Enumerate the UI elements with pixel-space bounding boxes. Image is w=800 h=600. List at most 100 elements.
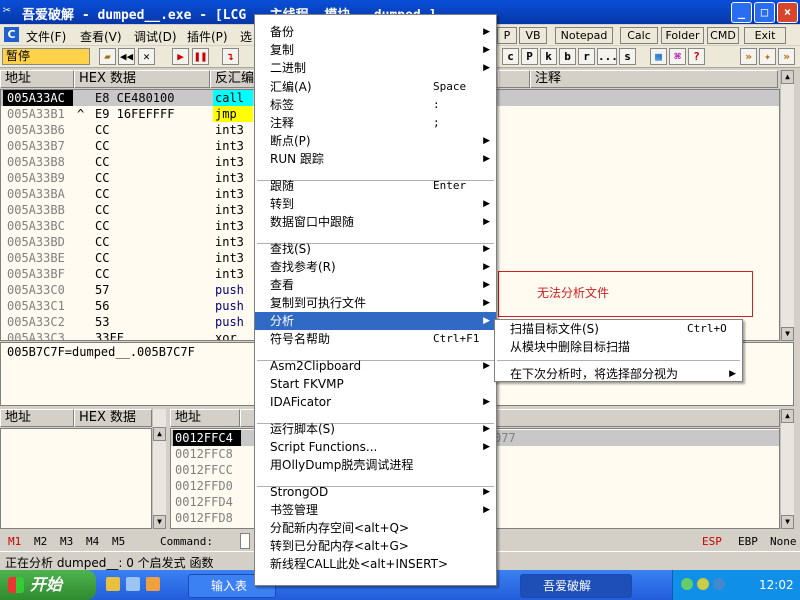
cpu-scrollbar[interactable]: ▲ ▼ (780, 70, 794, 341)
context-menu-item[interactable]: Asm2Clipboard ▶ (255, 357, 496, 375)
plugin-p-button[interactable]: P (497, 27, 517, 44)
cpu-icon[interactable]: C (4, 27, 19, 42)
toolbar-more-button[interactable]: ... (597, 48, 618, 65)
stack-scroll-down-icon[interactable]: ▼ (781, 515, 794, 529)
command-input[interactable] (240, 533, 250, 549)
context-menu-item[interactable]: 查看 ▶ (255, 276, 496, 294)
plugin-vb-button[interactable]: VB (519, 27, 547, 44)
start-button[interactable]: 开始 (0, 570, 96, 600)
context-menu-shortcut: : (433, 98, 440, 111)
submenu-item[interactable]: 从模块中删除目标扫描 (495, 338, 742, 356)
menu-view[interactable]: 查看(V) (80, 28, 122, 45)
settings-icon[interactable]: ⌘ (669, 48, 686, 65)
m4-button[interactable]: M4 (86, 535, 99, 548)
menu-options[interactable]: 选 (240, 28, 252, 45)
context-menu-item[interactable]: 转到 ▶ (255, 195, 496, 213)
context-menu-item[interactable]: Start FKVMP (255, 375, 496, 393)
run-icon[interactable]: ▶ (172, 48, 189, 65)
tray-security-icon[interactable] (697, 578, 709, 590)
plugin-folder-button[interactable]: Folder (661, 27, 704, 44)
tray-network-icon[interactable] (681, 578, 693, 590)
toolbar-k-button[interactable]: k (540, 48, 557, 65)
cpu-row-asm: jmp (213, 106, 253, 122)
toolbar-r-button[interactable]: r (578, 48, 595, 65)
context-menu-item[interactable]: 运行脚本(S) ▶ (255, 420, 496, 438)
context-menu-item[interactable]: 查找参考(R) ▶ (255, 258, 496, 276)
scroll-up-icon[interactable]: ▲ (781, 70, 794, 84)
menu-debug[interactable]: 调试(D) (134, 28, 177, 45)
m2-button[interactable]: M2 (34, 535, 47, 548)
plugin-calc-button[interactable]: Calc (620, 27, 658, 44)
context-menu-item[interactable]: 标签: (255, 96, 496, 114)
tray-volume-icon[interactable] (713, 578, 725, 590)
context-menu-item[interactable]: RUN 跟踪 ▶ (255, 150, 496, 168)
none-button[interactable]: None (770, 535, 797, 548)
context-menu-item[interactable]: StrongOD ▶ (255, 483, 496, 501)
plugin-a-icon[interactable]: » (740, 48, 757, 65)
dump-scroll-up-icon[interactable]: ▲ (153, 427, 166, 441)
context-menu-item[interactable]: Script Functions... ▶ (255, 438, 496, 456)
context-menu-item[interactable]: 查找(S) ▶ (255, 240, 496, 258)
context-menu-item[interactable]: IDAFicator ▶ (255, 393, 496, 411)
context-menu-item[interactable]: 断点(P) ▶ (255, 132, 496, 150)
toolbar-c-button[interactable]: c (502, 48, 519, 65)
plugin-c-icon[interactable]: » (778, 48, 795, 65)
quicklaunch-icon-2[interactable] (126, 577, 140, 591)
context-menu-item[interactable]: 书签管理 ▶ (255, 501, 496, 519)
minimize-button[interactable]: _ (731, 2, 752, 23)
context-menu-item[interactable]: 汇编(A) Space (255, 78, 496, 96)
context-menu-item[interactable]: 备份 ▶ (255, 23, 496, 41)
task-52pojie[interactable]: 吾爱破解 (520, 574, 632, 598)
menu-plugins[interactable]: 插件(P) (187, 28, 228, 45)
cpu-row-hex: CC (95, 187, 110, 201)
toolbar-s-button[interactable]: s (619, 48, 636, 65)
open-icon[interactable]: ▰ (99, 48, 116, 65)
submenu-item[interactable]: 扫描目标文件(S) Ctrl+O (495, 320, 742, 338)
plugin-cmd-button[interactable]: CMD (707, 27, 739, 44)
context-menu-item[interactable]: 注释; (255, 114, 496, 132)
quicklaunch-icon-1[interactable] (106, 577, 120, 591)
cpu-hex-header: HEX 数据 (74, 70, 210, 88)
stack-scrollbar[interactable]: ▲ ▼ (780, 409, 794, 529)
context-menu-item[interactable]: 分析 ▶ (255, 312, 496, 330)
context-menu-item[interactable]: 新线程CALL此处<alt+INSERT> (255, 555, 496, 573)
restart-icon[interactable]: ◀◀ (118, 48, 135, 65)
context-menu-item[interactable]: 跟随 Enter (255, 177, 496, 195)
menu-file[interactable]: 文件(F) (26, 28, 66, 45)
plugin-exit-button[interactable]: Exit (744, 27, 786, 44)
m5-button[interactable]: M5 (112, 535, 125, 548)
close-process-icon[interactable]: ✕ (138, 48, 155, 65)
app-icon: ✂ (3, 3, 11, 18)
esp-button[interactable]: ESP (702, 535, 722, 548)
context-menu-item[interactable]: 转到已分配内存<alt+G> (255, 537, 496, 555)
help-icon[interactable]: ? (688, 48, 705, 65)
close-button[interactable]: × (777, 2, 798, 23)
context-menu-item[interactable]: 复制 ▶ (255, 41, 496, 59)
step-into-icon[interactable]: ↴ (222, 48, 239, 65)
stack-scroll-up-icon[interactable]: ▲ (781, 409, 794, 423)
context-menu-item[interactable]: 符号名帮助 Ctrl+F1 (255, 330, 496, 348)
cpu-row-jump-marker (77, 234, 89, 250)
maximize-button[interactable]: □ (754, 2, 775, 23)
context-menu-item[interactable]: 分配新内存空间<alt+Q> (255, 519, 496, 537)
ebp-button[interactable]: EBP (738, 535, 758, 548)
pause-icon[interactable]: ❚❚ (192, 48, 209, 65)
context-menu-item[interactable]: 二进制 ▶ (255, 59, 496, 77)
toolbar-b-button[interactable]: b (559, 48, 576, 65)
context-menu-item[interactable]: 复制到可执行文件 ▶ (255, 294, 496, 312)
dump-pane[interactable] (0, 428, 152, 529)
dump-scrollbar[interactable]: ▲ ▼ (152, 409, 166, 529)
m3-button[interactable]: M3 (60, 535, 73, 548)
dump-scroll-down-icon[interactable]: ▼ (153, 515, 166, 529)
m1-button[interactable]: M1 (8, 535, 21, 548)
grid-icon[interactable]: ▦ (650, 48, 667, 65)
submenu-item[interactable]: 在下次分析时，将选择部分视为 ▶ (495, 365, 742, 383)
context-menu-item[interactable]: 数据窗口中跟随 ▶ (255, 213, 496, 231)
quicklaunch-icon-3[interactable] (146, 577, 160, 591)
context-menu-item[interactable]: 用OllyDump脱壳调试进程 (255, 456, 496, 474)
toolbar-p-button[interactable]: P (521, 48, 538, 65)
scroll-down-icon[interactable]: ▼ (781, 327, 794, 341)
plugin-b-icon[interactable]: ✦ (759, 48, 776, 65)
plugin-notepad-button[interactable]: Notepad (555, 27, 613, 44)
cpu-blank-header (498, 70, 530, 88)
